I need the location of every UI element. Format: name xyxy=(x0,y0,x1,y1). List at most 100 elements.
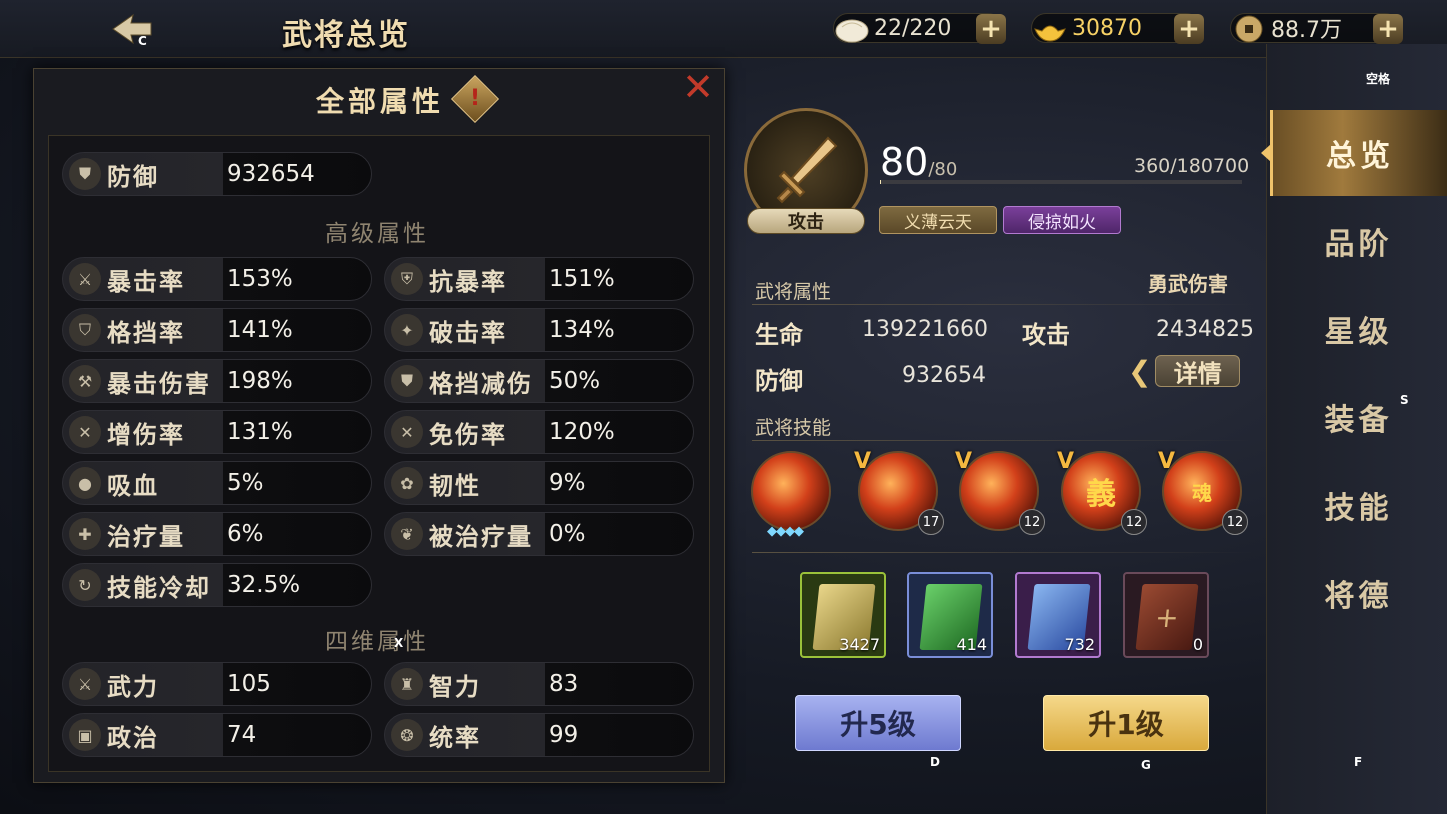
attr-row: ⛊ 防御 932654 xyxy=(62,152,372,196)
sidebar-footer-key-hint: F xyxy=(1354,755,1363,769)
attr-value: 0% xyxy=(549,521,586,547)
book-count: 3427 xyxy=(839,635,880,654)
heal-icon: ✚ xyxy=(69,518,101,550)
attr-value: 198% xyxy=(227,368,293,394)
attr-label: 抗暴率 xyxy=(429,267,507,296)
sidebar-item-skills[interactable]: 技能 xyxy=(1270,462,1447,548)
attr-label: 韧性 xyxy=(429,471,481,500)
level-up-5-button[interactable]: 升5级 xyxy=(795,695,961,751)
damage-type-label: 勇武伤害 xyxy=(1148,272,1228,296)
attr-label: 暴击伤害 xyxy=(107,369,211,398)
attr-value: 153% xyxy=(227,266,293,292)
attr-value: 141% xyxy=(227,317,293,343)
sidebar-item-overview[interactable]: 总览 xyxy=(1261,110,1447,196)
hero-attr-title: 武将属性 xyxy=(755,281,832,303)
divider xyxy=(752,552,1254,553)
skill-icon[interactable]: ◆◆◆◆ xyxy=(751,451,831,539)
attr-row: ⚒ 暴击伤害 198% xyxy=(62,359,372,403)
exp-book-item[interactable]: 414 xyxy=(907,572,993,658)
attr-value: 151% xyxy=(549,266,615,292)
skill-icon[interactable]: V 義 12 xyxy=(1057,449,1147,535)
rank-badge-icon: V xyxy=(1158,449,1176,474)
attr-label: 增伤率 xyxy=(107,420,185,449)
resource-bun: 22/220 + xyxy=(833,9,1006,47)
bun-icon xyxy=(835,19,869,43)
attr-row: ✿ 韧性 9% xyxy=(384,461,694,505)
sidebar-item-equipment[interactable]: 装备 xyxy=(1270,374,1447,460)
blood-drop-icon: ● xyxy=(69,467,101,499)
close-button[interactable]: ✕ xyxy=(681,68,715,106)
attr-label: 免伤率 xyxy=(429,420,507,449)
exp-book-item[interactable]: 732 xyxy=(1015,572,1101,658)
back-button[interactable]: C xyxy=(100,8,160,50)
hero-role-tag: 攻击 xyxy=(747,208,865,234)
attr-label: 格挡率 xyxy=(107,318,185,347)
atk-value: 2434825 xyxy=(1156,317,1254,342)
chevron-left-icon: ❮ xyxy=(1128,354,1152,388)
details-button[interactable]: ❮ 详情 xyxy=(1128,354,1240,388)
attr-value: 5% xyxy=(227,470,264,496)
attr-value: 74 xyxy=(227,722,257,748)
def-value: 932654 xyxy=(902,363,986,388)
attr-row: ✕ 免伤率 120% xyxy=(384,410,694,454)
sidebar-item-rank[interactable]: 品阶 xyxy=(1270,198,1447,284)
skill-level: 12 xyxy=(1019,509,1045,535)
exp-bar-fill xyxy=(880,180,882,184)
attr-row: ♜ 智力 83 xyxy=(384,662,694,706)
hp-label: 生命 xyxy=(755,321,803,349)
skill-level: 12 xyxy=(1121,509,1147,535)
level-up-1-button[interactable]: 升1级 xyxy=(1043,695,1209,751)
hero-trait-tag[interactable]: 侵掠如火 xyxy=(1003,206,1121,234)
attr-value: 134% xyxy=(549,317,615,343)
skill-icon[interactable]: V 魂 12 xyxy=(1158,449,1248,535)
hero-level: 80/80 xyxy=(880,140,957,184)
attr-row: ↻ 技能冷却 32.5% xyxy=(62,563,372,607)
attr-label: 技能冷却 xyxy=(107,573,211,602)
add-coin-button[interactable]: + xyxy=(1373,14,1403,44)
attr-label: 暴击率 xyxy=(107,267,185,296)
attr-row: ● 吸血 5% xyxy=(62,461,372,505)
attr-row: ✚ 治疗量 6% xyxy=(62,512,372,556)
attr-label: 治疗量 xyxy=(107,522,185,551)
attr-value: 932654 xyxy=(227,161,315,187)
skill-icon[interactable]: V 17 xyxy=(854,449,944,535)
hero-trait-tag[interactable]: 义薄云天 xyxy=(879,206,997,234)
sidebar-item-virtue[interactable]: 将德 xyxy=(1270,550,1447,636)
resource-bun-value: 22/220 xyxy=(874,15,952,41)
attr-value: 32.5% xyxy=(227,572,301,598)
close-key-hint: X xyxy=(394,636,404,650)
attr-row: ▣ 政治 74 xyxy=(62,713,372,757)
politics-icon: ▣ xyxy=(69,719,101,751)
anti-crit-icon: ⛨ xyxy=(391,263,423,295)
attr-row: ❂ 统率 99 xyxy=(384,713,694,757)
block-icon: ⛉ xyxy=(69,314,101,346)
sidebar-nav-key-hint: S xyxy=(1400,393,1409,407)
exp-book-item[interactable]: + 0 xyxy=(1123,572,1209,658)
rank-badge-icon: V xyxy=(1057,449,1075,474)
attr-label: 防御 xyxy=(107,162,159,191)
crit-icon: ⚔ xyxy=(69,263,101,295)
advanced-attr-title: 高级属性 xyxy=(325,221,429,247)
back-key-hint: C xyxy=(138,34,147,48)
attr-row: ✕ 增伤率 131% xyxy=(62,410,372,454)
attr-value: 131% xyxy=(227,419,293,445)
add-bun-button[interactable]: + xyxy=(976,14,1006,44)
damage-reduce-icon: ✕ xyxy=(391,416,423,448)
block-reduce-icon: ⛊ xyxy=(391,365,423,397)
tenacity-icon: ✿ xyxy=(391,467,423,499)
skill-icon[interactable]: V 12 xyxy=(955,449,1045,535)
attr-label: 格挡减伤 xyxy=(429,369,533,398)
healed-icon: ❦ xyxy=(391,518,423,550)
attr-value: 105 xyxy=(227,671,271,697)
exp-book-item[interactable]: 3427 xyxy=(800,572,886,658)
divider xyxy=(752,304,1254,305)
hero-skill-title: 武将技能 xyxy=(755,417,832,439)
attr-label: 被治疗量 xyxy=(429,522,533,551)
add-gold-button[interactable]: + xyxy=(1174,14,1204,44)
sidebar-item-star[interactable]: 星级 xyxy=(1270,286,1447,372)
attr-row: ⚔ 暴击率 153% xyxy=(62,257,372,301)
resource-coin-value: 88.7万 xyxy=(1271,18,1342,43)
details-button-label: 详情 xyxy=(1155,355,1240,388)
break-icon: ✦ xyxy=(391,314,423,346)
sword-icon xyxy=(776,136,838,204)
